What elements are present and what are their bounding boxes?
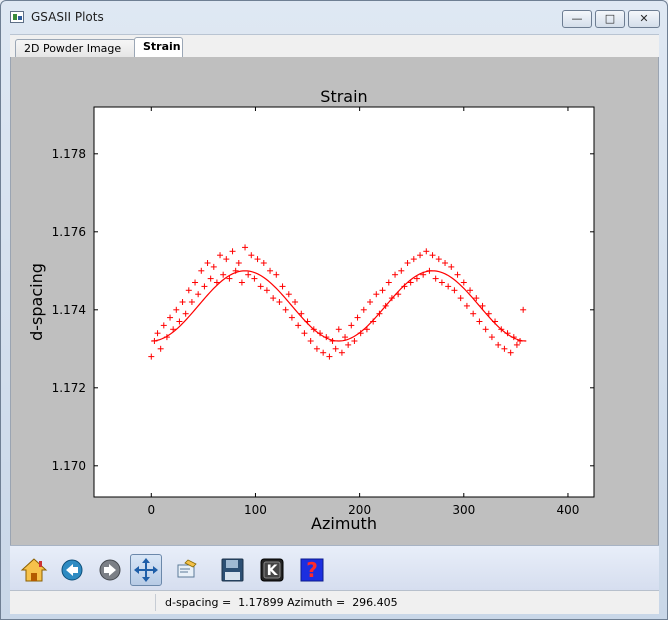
plot-frame (93, 106, 595, 498)
help-icon: ? (300, 558, 324, 582)
y-tick-label: 1.170 (52, 459, 86, 473)
strain-chart[interactable]: Strain Azimuth d-spacing 0 100 200 300 400 1… (11, 57, 658, 545)
y-tick-label: 1.178 (52, 147, 86, 161)
help-button[interactable]: ? (296, 554, 328, 586)
help-question-mark: ? (306, 558, 318, 582)
x-tick-label: 0 (147, 503, 155, 517)
forward-arrow-icon (99, 559, 121, 581)
x-tick-label: 300 (452, 503, 475, 517)
floppy-disk-icon (221, 558, 244, 582)
plot-toolbar: K ? (10, 545, 659, 590)
x-tick-label: 200 (348, 503, 371, 517)
x-tick-label: 400 (557, 503, 580, 517)
minimize-button[interactable]: — (562, 10, 592, 28)
back-button[interactable] (56, 554, 88, 586)
gsasii-window: GSASII Plots — □ ✕ 2D Powder Image Strai… (0, 0, 668, 620)
back-arrow-icon (61, 559, 83, 581)
tab-2d-powder-image[interactable]: 2D Powder Image (15, 39, 136, 58)
k-icon: K (260, 558, 284, 582)
edit-button[interactable] (170, 554, 202, 586)
tab-strain[interactable]: Strain (134, 37, 183, 58)
forward-button[interactable] (94, 554, 126, 586)
save-button[interactable] (216, 554, 248, 586)
title-bar: GSASII Plots — □ ✕ (1, 1, 667, 35)
y-tick-label: 1.172 (52, 381, 86, 395)
k-button[interactable]: K (256, 554, 288, 586)
k-label: K (267, 563, 279, 579)
tab-strip: 2D Powder Image Strain (10, 34, 659, 59)
pan-button[interactable] (130, 554, 162, 586)
pan-icon (134, 558, 158, 582)
y-axis-label: d-spacing (27, 263, 46, 341)
home-icon (20, 558, 48, 582)
plot-area: Strain Azimuth d-spacing 0 100 200 300 400 1… (10, 57, 659, 545)
app-icon (10, 11, 24, 23)
y-tick-label: 1.176 (52, 225, 86, 239)
home-button[interactable] (18, 554, 50, 586)
y-tick-label: 1.174 (52, 303, 86, 317)
status-bar: d-spacing = 1.17899 Azimuth = 296.405 (10, 590, 659, 614)
close-button[interactable]: ✕ (628, 10, 660, 28)
chart-title: Strain (320, 87, 367, 106)
window-title: GSASII Plots (31, 10, 104, 24)
edit-icon (177, 559, 197, 578)
x-tick-label: 100 (244, 503, 267, 517)
status-left-pane (10, 594, 156, 611)
maximize-button[interactable]: □ (595, 10, 625, 28)
status-text: d-spacing = 1.17899 Azimuth = 296.405 (165, 596, 398, 609)
